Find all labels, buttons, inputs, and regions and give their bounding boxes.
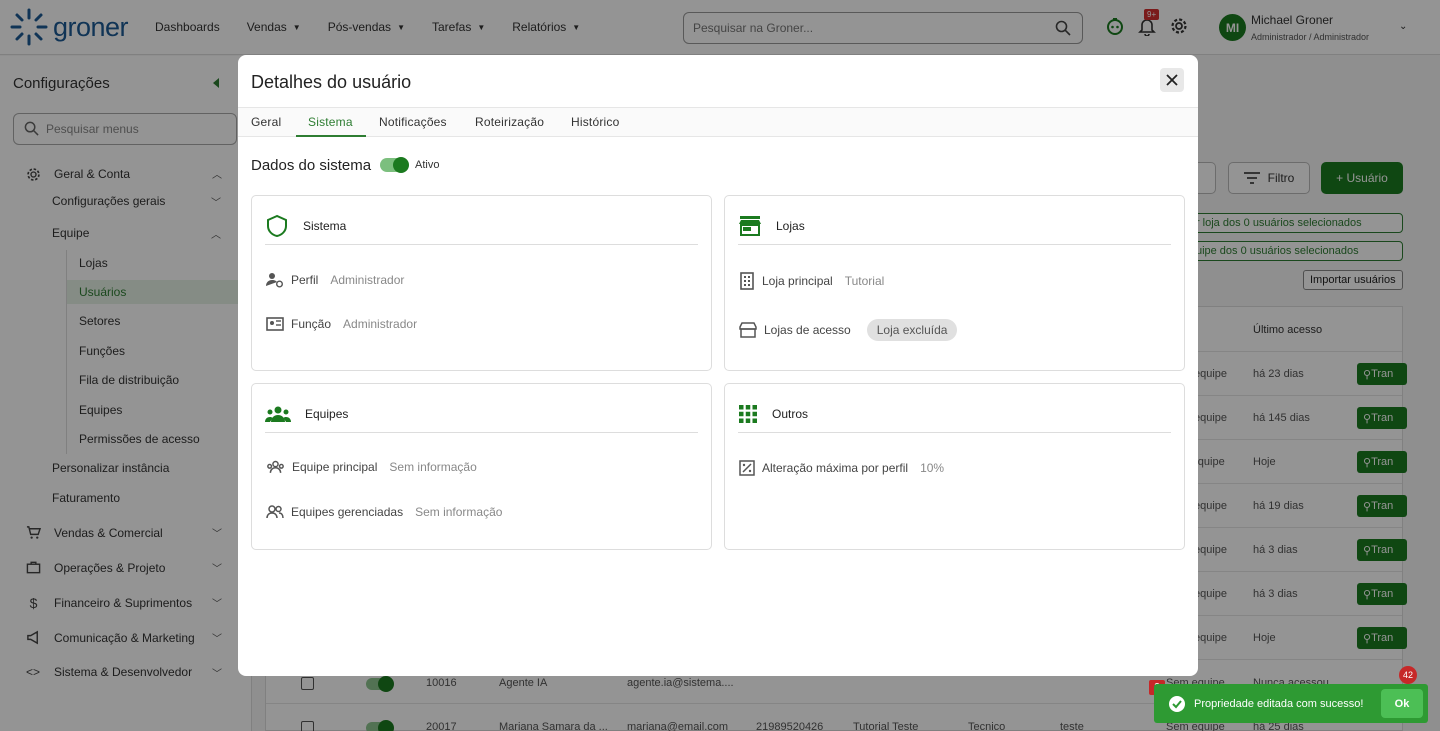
field-label: Loja principal bbox=[762, 274, 833, 288]
tab-sistema[interactable]: Sistema bbox=[308, 115, 353, 129]
card-title: Sistema bbox=[303, 219, 347, 233]
success-toast: Propriedade editada com sucesso! Ok bbox=[1154, 684, 1428, 723]
tab-historico[interactable]: Histórico bbox=[571, 115, 619, 129]
card-outros: Outros Alteração máxima por perfil 10% bbox=[724, 383, 1185, 550]
group-icon bbox=[267, 460, 284, 473]
store-chip: Loja excluída bbox=[866, 319, 958, 341]
field-label: Alteração máxima por perfil bbox=[762, 461, 909, 475]
card-equipes: Equipes Equipe principal Sem informação … bbox=[251, 383, 712, 550]
store-icon bbox=[739, 216, 761, 236]
people-icon bbox=[266, 505, 284, 519]
field-value: Sem informação bbox=[415, 505, 503, 519]
shield-icon bbox=[267, 214, 287, 238]
field-label: Equipes gerenciadas bbox=[291, 505, 404, 519]
group-icon bbox=[265, 406, 291, 422]
field-equipe-principal: Equipe principal Sem informação bbox=[266, 460, 477, 474]
card-header: Sistema bbox=[265, 208, 698, 245]
card-title: Outros bbox=[772, 407, 809, 421]
field-perfil: Perfil Administrador bbox=[266, 272, 404, 288]
field-alteracao-maxima: Alteração máxima por perfil 10% bbox=[739, 460, 944, 476]
card-title: Lojas bbox=[776, 219, 805, 233]
modal-tabs: Geral Sistema Notificações Roteirização … bbox=[238, 107, 1198, 137]
card-title: Equipes bbox=[305, 407, 349, 421]
toast-message: Propriedade editada com sucesso! bbox=[1194, 697, 1364, 710]
field-funcao: Função Administrador bbox=[266, 317, 417, 331]
card-sistema: Sistema Perfil Administrador Função Admi… bbox=[251, 195, 712, 371]
id-card-icon bbox=[266, 317, 284, 331]
card-header: Equipes bbox=[265, 396, 698, 433]
field-value: Administrador bbox=[330, 273, 405, 287]
field-equipes-gerenciadas: Equipes gerenciadas Sem informação bbox=[266, 505, 502, 519]
building-icon bbox=[740, 272, 754, 290]
percent-icon bbox=[739, 460, 755, 476]
close-button[interactable] bbox=[1160, 68, 1184, 92]
field-value: Sem informação bbox=[389, 460, 477, 474]
tab-geral[interactable]: Geral bbox=[251, 115, 281, 129]
card-lojas: Lojas Loja principal Tutorial Lojas de a… bbox=[724, 195, 1185, 371]
toast-ok-button[interactable]: Ok bbox=[1381, 689, 1423, 718]
check-circle-icon bbox=[1169, 695, 1185, 712]
field-label: Função bbox=[291, 317, 332, 331]
field-value: 10% bbox=[920, 461, 945, 475]
tab-roteirizacao[interactable]: Roteirização bbox=[475, 115, 544, 129]
close-icon bbox=[1166, 74, 1178, 86]
status-label: Ativo bbox=[415, 159, 440, 171]
field-label: Lojas de acesso bbox=[764, 323, 851, 337]
user-settings-icon bbox=[266, 273, 283, 288]
active-status-toggle[interactable] bbox=[380, 157, 409, 173]
apps-grid-icon bbox=[739, 405, 757, 423]
user-details-modal: Detalhes do usuário Geral Sistema Notifi… bbox=[238, 55, 1198, 676]
storefront-icon bbox=[739, 322, 757, 338]
modal-title: Detalhes do usuário bbox=[251, 72, 412, 92]
field-loja-principal: Loja principal Tutorial bbox=[739, 272, 884, 290]
field-label: Equipe principal bbox=[292, 460, 378, 474]
tab-notificacoes[interactable]: Notificações bbox=[379, 115, 447, 129]
card-header: Lojas bbox=[738, 208, 1171, 245]
field-label: Perfil bbox=[291, 273, 319, 287]
field-value: Administrador bbox=[343, 317, 418, 331]
card-header: Outros bbox=[738, 396, 1171, 433]
field-lojas-acesso: Lojas de acesso Loja excluída bbox=[739, 319, 958, 341]
section-title: Dados do sistema bbox=[251, 157, 372, 174]
active-tab-indicator bbox=[296, 135, 366, 137]
field-value: Tutorial bbox=[844, 274, 885, 288]
chat-count-badge: 42 bbox=[1399, 666, 1417, 684]
